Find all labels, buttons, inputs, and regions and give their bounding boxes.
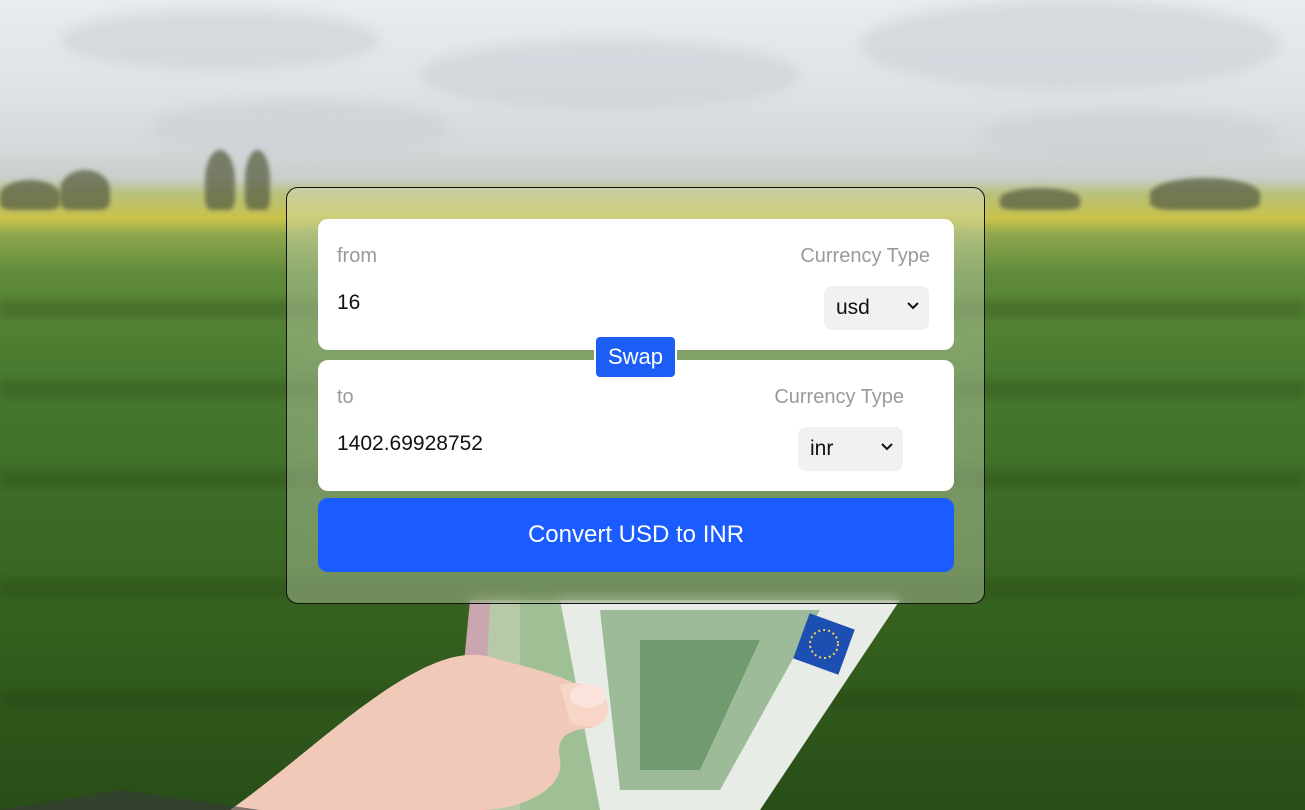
converter-card: from Currency Type usd to Currency Type …: [286, 187, 985, 604]
to-panel: to Currency Type inr: [318, 360, 954, 491]
from-currency-value: usd: [836, 296, 870, 319]
to-currency-type-label: Currency Type: [774, 386, 904, 408]
from-currency-type-label: Currency Type: [800, 245, 930, 267]
to-currency-select[interactable]: inr: [798, 427, 903, 471]
convert-button[interactable]: Convert USD to INR: [318, 498, 954, 572]
swap-button[interactable]: Swap: [594, 335, 677, 379]
from-label: from: [337, 245, 377, 267]
chevron-down-icon: [881, 443, 893, 451]
from-amount-input[interactable]: [337, 291, 717, 315]
to-currency-value: inr: [810, 437, 834, 460]
to-label: to: [337, 386, 354, 408]
to-amount-input[interactable]: [337, 432, 717, 456]
from-currency-select[interactable]: usd: [824, 286, 929, 330]
chevron-down-icon: [907, 302, 919, 310]
from-panel: from Currency Type usd: [318, 219, 954, 350]
